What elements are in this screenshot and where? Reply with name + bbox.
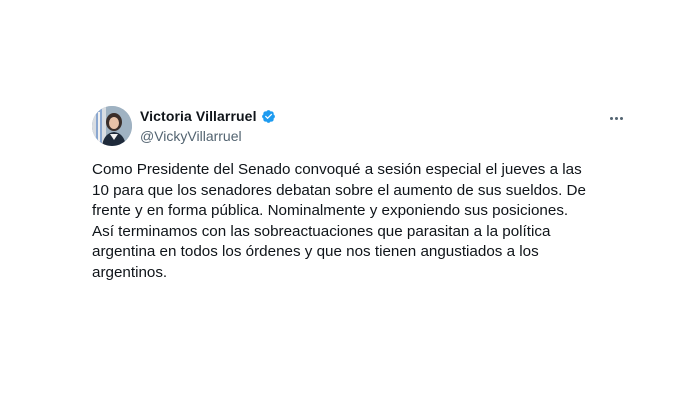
more-horizontal-icon bbox=[609, 116, 613, 120]
verified-badge-icon bbox=[261, 109, 276, 124]
name-row: Victoria Villarruel bbox=[140, 107, 276, 125]
more-options-button[interactable] bbox=[604, 108, 628, 128]
tweet-header: Victoria Villarruel @VickyVillarruel bbox=[92, 100, 640, 148]
more-horizontal-icon bbox=[619, 116, 623, 120]
profile-photo-icon bbox=[92, 106, 132, 146]
more-horizontal-icon bbox=[614, 116, 618, 120]
user-handle[interactable]: @VickyVillarruel bbox=[140, 128, 276, 144]
tweet-text: Como Presidente del Senado convoqué a se… bbox=[92, 161, 586, 281]
avatar[interactable] bbox=[92, 106, 132, 146]
author-info: Victoria Villarruel @VickyVillarruel bbox=[140, 107, 276, 144]
tweet-card: Victoria Villarruel @VickyVillarruel Com… bbox=[92, 100, 640, 281]
display-name[interactable]: Victoria Villarruel bbox=[140, 108, 257, 124]
